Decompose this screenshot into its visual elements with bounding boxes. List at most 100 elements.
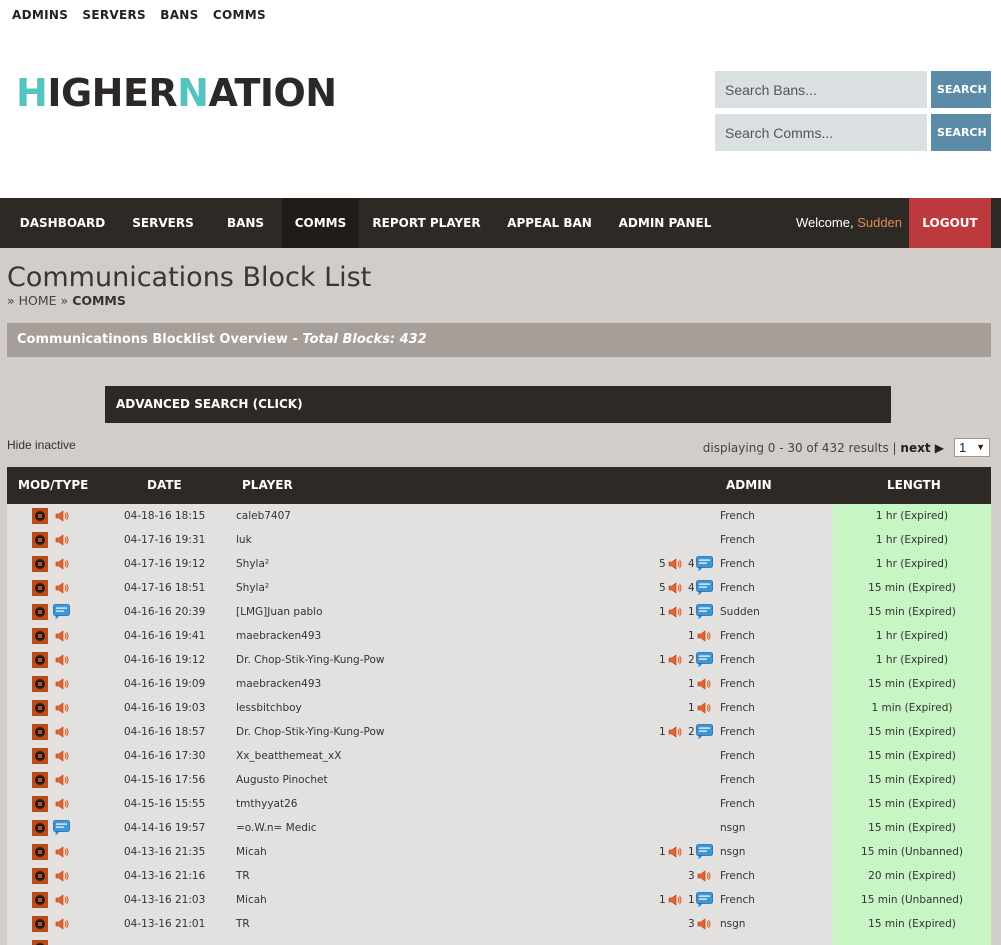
row-mute-count: 1 — [688, 678, 695, 690]
search-comms-form: SEARCH — [715, 114, 991, 151]
row-mute-count: 5 — [659, 558, 666, 570]
advanced-search-toggle[interactable]: ADVANCED SEARCH (CLICK) — [105, 386, 891, 423]
table-row[interactable]: 04-16-16 19:03 lessbitchboy 1 French 1 min (… — [7, 696, 991, 720]
header-player[interactable]: PLAYER — [242, 467, 293, 504]
gag-count-icon — [696, 556, 713, 572]
row-date: 04-16-16 18:57 — [124, 726, 206, 738]
row-mute-count: 1 — [688, 630, 695, 642]
row-player[interactable]: caleb7407 — [236, 504, 291, 528]
row-date: 04-16-16 19:12 — [124, 654, 206, 666]
row-player[interactable]: TR — [236, 912, 250, 936]
row-player[interactable]: maebracken493 — [236, 672, 321, 696]
header-admin[interactable]: ADMIN — [726, 467, 772, 504]
mute-count-icon — [697, 917, 711, 931]
top-link-bans[interactable]: BANS — [160, 8, 198, 22]
row-player[interactable]: Shyla² — [236, 576, 269, 600]
nav-report-player[interactable]: REPORT PLAYER — [359, 198, 494, 248]
search-bans-button[interactable]: SEARCH — [931, 71, 991, 108]
mute-count-icon — [668, 845, 682, 859]
game-mod-icon — [32, 916, 48, 932]
row-player[interactable]: luk — [236, 528, 252, 552]
table-row[interactable]: 04-17-16 18:51 Shyla² 5 4 French 15 min (Expi… — [7, 576, 991, 600]
voice-block-icon — [55, 869, 69, 883]
next-page-link[interactable]: next ▶ — [900, 441, 944, 455]
table-row[interactable]: 04-17-16 19:12 Shyla² 5 4 French 1 hr (Expire… — [7, 552, 991, 576]
table-row[interactable]: 04-16-16 18:57 Dr. Chop-Stik-Ying-Kung-Po… — [7, 720, 991, 744]
search-bans-input[interactable] — [715, 71, 927, 108]
game-mod-icon — [32, 604, 48, 620]
row-admin: French — [720, 654, 755, 666]
search-comms-button[interactable]: SEARCH — [931, 114, 991, 151]
search-comms-input[interactable] — [715, 114, 927, 151]
game-mod-icon — [32, 868, 48, 884]
table-row[interactable]: 04-13-16 21:03 Micah 1 1 French 15 min (Unban… — [7, 888, 991, 912]
hide-inactive-link[interactable]: Hide inactive — [7, 438, 76, 452]
table-row[interactable]: 04-13-16 21:16 TR 3 French 20 min (Expired) — [7, 864, 991, 888]
table-row[interactable]: 04-17-16 19:31 luk French 1 hr (Expired) — [7, 528, 991, 552]
logout-button[interactable]: LOGOUT — [909, 198, 991, 248]
page-select[interactable]: 1 ▼ — [954, 438, 990, 457]
row-player[interactable]: Micah — [236, 888, 267, 912]
header-mod-type[interactable]: MOD/TYPE — [18, 467, 88, 504]
voice-block-icon — [55, 581, 69, 595]
row-player[interactable]: =o.W.n= Medic — [236, 816, 317, 840]
row-gag-count: 1 — [688, 846, 695, 858]
row-date: 04-15-16 15:55 — [124, 798, 206, 810]
username[interactable]: Sudden — [857, 215, 902, 230]
row-player[interactable]: Dr. Chop-Stik-Ying-Kung-Pow — [236, 648, 384, 672]
nav-appeal-ban[interactable]: APPEAL BAN — [494, 198, 605, 248]
row-player[interactable]: [LMG]Juan pablo — [236, 600, 323, 624]
row-player[interactable]: maebracken493 — [236, 624, 321, 648]
top-link-admins[interactable]: ADMINS — [12, 8, 68, 22]
breadcrumb-current: COMMS — [72, 293, 126, 308]
table-row[interactable]: 04-18-16 18:15 caleb7407 French 1 hr (Expir… — [7, 504, 991, 528]
voice-block-icon — [55, 629, 69, 643]
table-row[interactable]: 04-15-16 17:56 Augusto Pinochet French 15 m… — [7, 768, 991, 792]
table-row[interactable]: 04-16-16 19:12 Dr. Chop-Stik-Ying-Kung-Po… — [7, 648, 991, 672]
table-row[interactable]: 04-16-16 19:41 maebracken493 1 French 1 hr (… — [7, 624, 991, 648]
row-length: 15 min (Expired) — [833, 912, 991, 936]
nav-admin-panel[interactable]: ADMIN PANEL — [605, 198, 725, 248]
row-player[interactable]: tmthyyat26 — [236, 792, 297, 816]
row-player[interactable]: TR — [236, 864, 250, 888]
row-date: 04-15-16 17:56 — [124, 774, 206, 786]
table-row[interactable]: 04-13-16 21:01 TR 3 nsgn 15 min (Expired) — [7, 912, 991, 936]
table-row[interactable]: 04-14-16 19:57 =o.W.n= Medic nsgn 15 min (E… — [7, 816, 991, 840]
game-mod-icon — [32, 892, 48, 908]
row-mute-count: 1 — [659, 894, 666, 906]
table-row[interactable]: 04-13-16 21:35 Micah 1 1 nsgn 15 min (Unbanne… — [7, 840, 991, 864]
top-link-comms[interactable]: COMMS — [213, 8, 266, 22]
row-date: 04-16-16 19:03 — [124, 702, 206, 714]
table-row[interactable]: 04-15-16 15:55 tmthyyat26 French 15 min (Ex… — [7, 792, 991, 816]
game-mod-icon — [32, 652, 48, 668]
nav-dashboard[interactable]: DASHBOARD — [8, 198, 117, 248]
row-length: 1 hr (Expired) — [833, 648, 991, 672]
nav-comms[interactable]: COMMS — [282, 198, 359, 248]
table-row[interactable]: 04-16-16 20:39 [LMG]Juan pablo 1 1 Sudden 15 … — [7, 600, 991, 624]
nav-bans[interactable]: BANS — [209, 198, 282, 248]
row-player[interactable]: Xx_beatthemeat_xX — [236, 744, 341, 768]
row-player[interactable]: Shyla² — [236, 552, 269, 576]
row-player[interactable]: Dr. Chop-Stik-Ying-Kung-Pow — [236, 720, 384, 744]
voice-block-icon — [55, 677, 69, 691]
gag-count-icon — [696, 604, 713, 620]
site-logo[interactable]: HIGHERNATION — [16, 70, 337, 116]
breadcrumb-home[interactable]: HOME — [19, 293, 57, 308]
row-player[interactable]: Micah — [236, 840, 267, 864]
row-admin: French — [720, 750, 755, 762]
table-row[interactable]: 04-16-16 17:30 Xx_beatthemeat_xX French 15 … — [7, 744, 991, 768]
nav-servers[interactable]: SERVERS — [117, 198, 209, 248]
top-link-servers[interactable]: SERVERS — [82, 8, 146, 22]
row-date: 04-13-16 21:35 — [124, 846, 206, 858]
row-mute-count: 3 — [688, 870, 695, 882]
row-length: 1 hr (Expired) — [833, 528, 991, 552]
row-length: 20 min (Expired) — [833, 864, 991, 888]
row-admin: nsgn — [720, 822, 746, 834]
table-row[interactable]: 04-16-16 19:09 maebracken493 1 French 15 min… — [7, 672, 991, 696]
header-date[interactable]: DATE — [147, 467, 182, 504]
row-player[interactable]: Augusto Pinochet — [236, 768, 328, 792]
header-length[interactable]: LENGTH — [887, 467, 941, 504]
row-player[interactable]: lessbitchboy — [236, 696, 302, 720]
table-body: 04-18-16 18:15 caleb7407 French 1 hr (Expir… — [7, 504, 991, 945]
row-length: 15 min (Expired) — [833, 600, 991, 624]
